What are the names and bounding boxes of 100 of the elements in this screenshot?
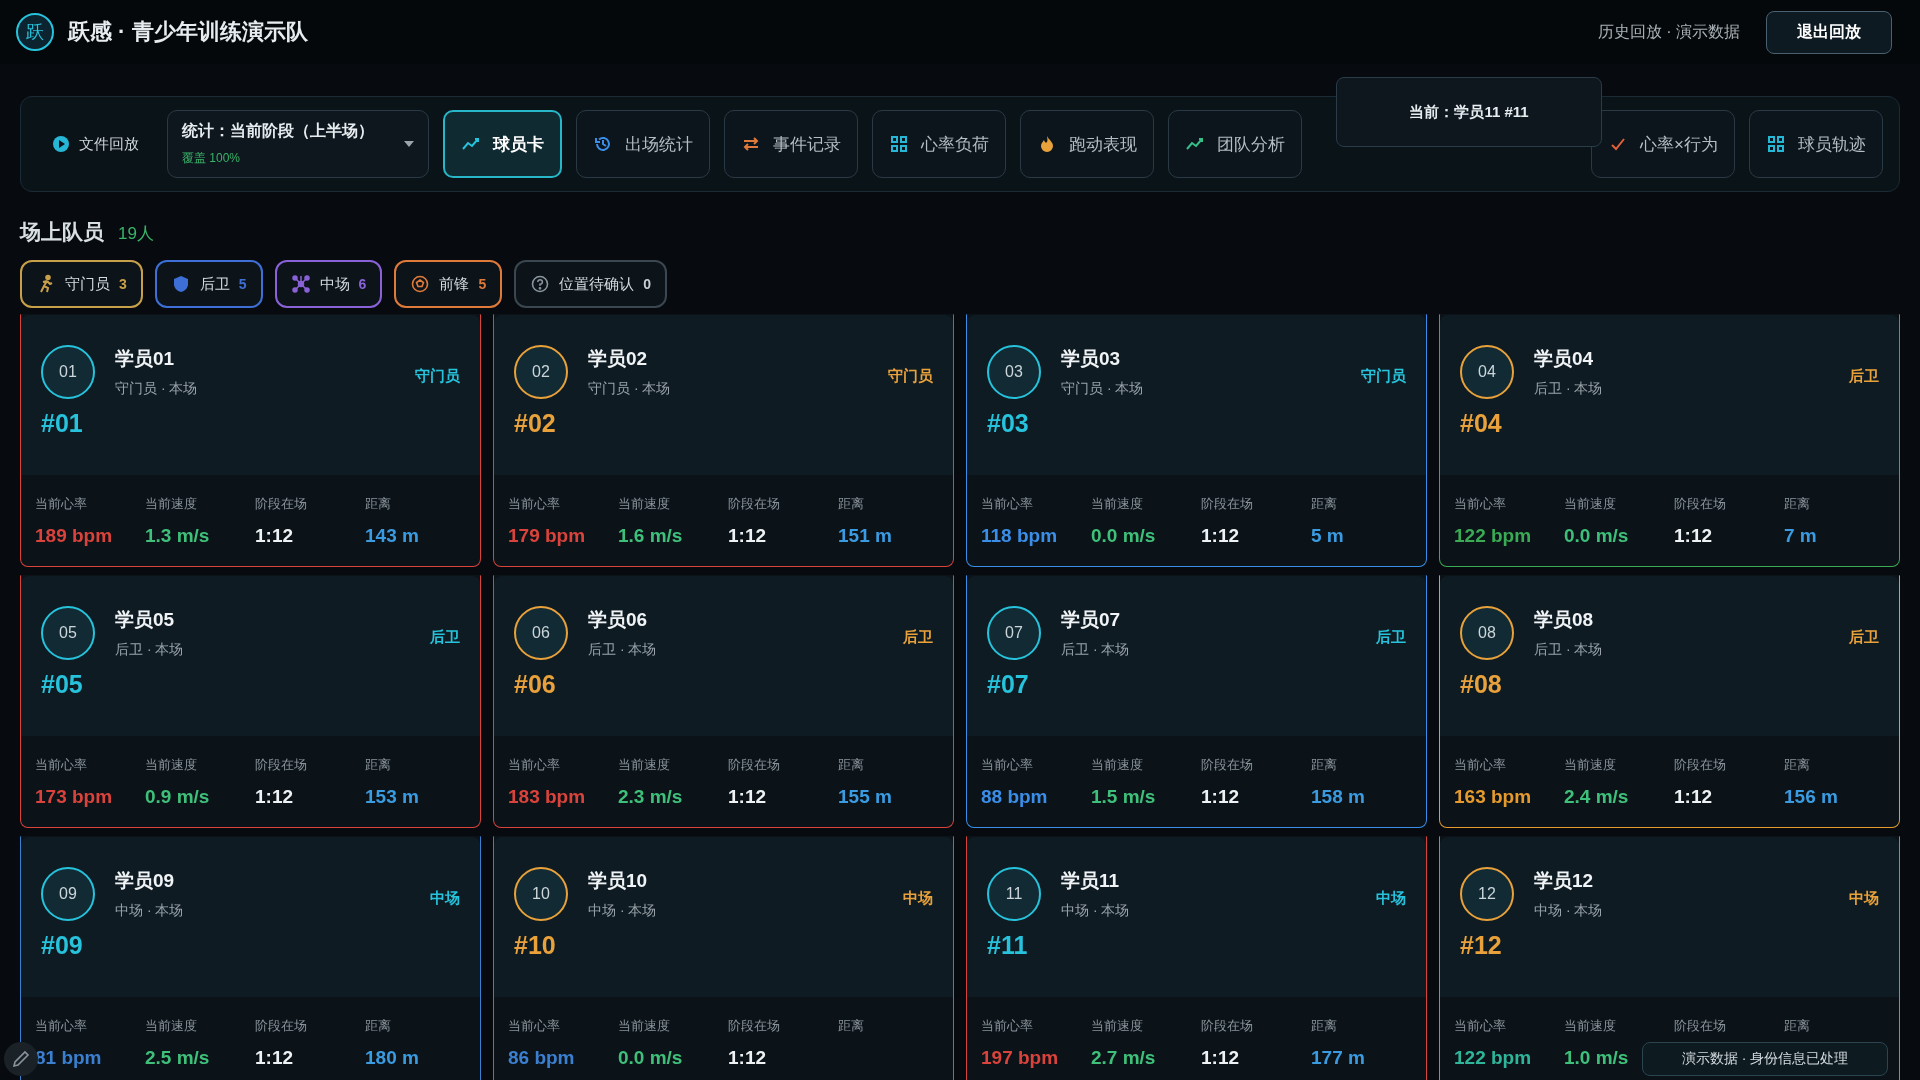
- file-playback-button[interactable]: 文件回放: [51, 130, 139, 158]
- player-meta: 中场 · 本场: [1534, 902, 1604, 920]
- stat-label: 距离: [1784, 1017, 1811, 1035]
- stat-value: 1:12: [255, 1047, 295, 1069]
- coverage-label: 覆盖 100%: [182, 150, 242, 167]
- player-card[interactable]: 03 学员03 守门员 · 本场 守门员 #03 当前心率 118 bpm 当前速度 0.0 m/s 阶段在场 1:12 距离 5 m: [966, 314, 1427, 567]
- stat-value: 2.4 m/s: [1564, 786, 1630, 808]
- player-name: 学员07: [1061, 608, 1122, 632]
- player-name: 学员09: [115, 869, 176, 893]
- exit-button[interactable]: 退出回放: [1766, 10, 1892, 54]
- stat-value: 1.0 m/s: [1564, 1047, 1630, 1069]
- stat-value: 155 m: [838, 786, 893, 808]
- position-filter-chip[interactable]: 位置待确认 0: [514, 260, 667, 308]
- player-count: 19人: [118, 223, 154, 245]
- stat-value: 1:12: [1674, 525, 1714, 547]
- position-label: 守门员: [888, 366, 933, 386]
- position-label: 中场: [430, 888, 460, 908]
- view-tab[interactable]: 出场统计: [576, 110, 710, 178]
- stat-label: 当前速度: [145, 1017, 198, 1035]
- position-label: 后卫: [430, 627, 460, 647]
- player-meta: 守门员 · 本场: [115, 380, 199, 398]
- jersey-number: #01: [41, 409, 84, 438]
- stat-label: 阶段在场: [1201, 495, 1254, 513]
- stat-label: 当前速度: [1564, 495, 1617, 513]
- view-tab[interactable]: 心率负荷: [872, 110, 1006, 178]
- stat-value: 1:12: [728, 1047, 768, 1069]
- view-tab[interactable]: 事件记录: [724, 110, 858, 178]
- stat-label: 距离: [1784, 495, 1811, 513]
- player-name: 学员10: [588, 869, 649, 893]
- position-label: 后卫: [1376, 627, 1406, 647]
- position-label: 守门员: [415, 366, 460, 386]
- player-number-badge: 10: [514, 867, 568, 921]
- player-card[interactable]: 06 学员06 后卫 · 本场 后卫 #06 当前心率 183 bpm 当前速度 2.3 m/s 阶段在场 1:12 距离 155 m: [493, 575, 954, 828]
- stat-value: 0.0 m/s: [1091, 525, 1157, 547]
- position-filter-chip[interactable]: 后卫 5: [154, 260, 263, 308]
- stat-value: 1:12: [1674, 786, 1714, 808]
- player-number-badge: 07: [987, 606, 1041, 660]
- stat-label: 阶段在场: [255, 756, 308, 774]
- edit-button[interactable]: [4, 1042, 38, 1076]
- stat-value: 1:12: [728, 786, 768, 808]
- position-filter-chip[interactable]: 中场 6: [274, 260, 383, 308]
- stat-value: 122 bpm: [1454, 1047, 1533, 1069]
- player-meta: 后卫 · 本场: [1534, 380, 1604, 398]
- stat-label: 当前心率: [35, 756, 88, 774]
- view-tab[interactable]: 团队分析: [1168, 110, 1302, 178]
- play-icon: [51, 134, 71, 154]
- stat-label: 当前速度: [1564, 756, 1617, 774]
- player-meta: 守门员 · 本场: [588, 380, 672, 398]
- jersey-number: #02: [514, 409, 557, 438]
- position-filter-chip[interactable]: 守门员 3: [20, 260, 143, 308]
- stat-value: 173 bpm: [35, 786, 114, 808]
- player-card[interactable]: 01 学员01 守门员 · 本场 守门员 #01 当前心率 189 bpm 当前速度 1.3 m/s 阶段在场 1:12 距离 143 m: [20, 314, 481, 567]
- player-card[interactable]: 10 学员10 中场 · 本场 中场 #10 当前心率 86 bpm 当前速度 0.0 m/s 阶段在场 1:12 距离: [493, 836, 954, 1080]
- view-tab[interactable]: 心率×行为: [1591, 110, 1735, 178]
- view-tab[interactable]: 跑动表现: [1020, 110, 1154, 178]
- question-icon: [530, 274, 551, 294]
- view-tab[interactable]: 球员轨迹: [1749, 110, 1883, 178]
- player-name: 学员11: [1061, 869, 1121, 893]
- player-card[interactable]: 08 学员08 后卫 · 本场 后卫 #08 当前心率 163 bpm 当前速度 2.4 m/s 阶段在场 1:12 距离 156 m: [1439, 575, 1900, 828]
- stat-label: 距离: [838, 495, 865, 513]
- player-number-badge: 05: [41, 606, 95, 660]
- player-meta: 后卫 · 本场: [1534, 641, 1604, 659]
- player-card[interactable]: 07 学员07 后卫 · 本场 后卫 #07 当前心率 88 bpm 当前速度 1.5 m/s 阶段在场 1:12 距离 158 m: [966, 575, 1427, 828]
- stat-value: 163 bpm: [1454, 786, 1533, 808]
- player-card[interactable]: 02 学员02 守门员 · 本场 守门员 #02 当前心率 179 bpm 当前速度 1.6 m/s 阶段在场 1:12 距离 151 m: [493, 314, 954, 567]
- stat-value: 151 m: [838, 525, 893, 547]
- stat-value: 189 bpm: [35, 525, 114, 547]
- stat-value: 118 bpm: [981, 525, 1059, 547]
- player-card[interactable]: 05 学员05 后卫 · 本场 后卫 #05 当前心率 173 bpm 当前速度 0.9 m/s 阶段在场 1:12 距离 153 m: [20, 575, 481, 828]
- stat-label: 阶段在场: [728, 495, 781, 513]
- mode-label: 历史回放 · 演示数据: [1597, 21, 1740, 42]
- player-name: 学员06: [588, 608, 649, 632]
- player-meta: 后卫 · 本场: [115, 641, 185, 659]
- stat-label: 距离: [1311, 756, 1338, 774]
- position-label: 守门员: [1361, 366, 1406, 386]
- view-tab[interactable]: 球员卡: [443, 110, 562, 178]
- history-icon: [593, 134, 613, 154]
- player-number-badge: 04: [1460, 345, 1514, 399]
- position-filter-chip[interactable]: 前锋 5: [394, 260, 503, 308]
- stat-label: 阶段在场: [1674, 495, 1727, 513]
- player-card[interactable]: 04 学员04 后卫 · 本场 后卫 #04 当前心率 122 bpm 当前速度 0.0 m/s 阶段在场 1:12 距离 7 m: [1439, 314, 1900, 567]
- player-number-badge: 06: [514, 606, 568, 660]
- stat-value: 1.3 m/s: [145, 525, 211, 547]
- jersey-number: #03: [987, 409, 1030, 438]
- stat-label: 当前心率: [981, 756, 1034, 774]
- player-card[interactable]: 11 学员11 中场 · 本场 中场 #11 当前心率 197 bpm 当前速度 2.7 m/s 阶段在场 1:12 距离 177 m: [966, 836, 1427, 1080]
- stat-value: 0.0 m/s: [1564, 525, 1630, 547]
- grid-icon: [1766, 134, 1786, 154]
- current-player-tooltip: 当前：学员11 #11: [1336, 77, 1602, 147]
- player-meta: 后卫 · 本场: [588, 641, 658, 659]
- app-title: 跃感 · 青少年训练演示队: [68, 18, 308, 46]
- player-meta: 后卫 · 本场: [1061, 641, 1131, 659]
- stat-value: 2.3 m/s: [618, 786, 684, 808]
- stat-label: 当前速度: [145, 756, 198, 774]
- player-number-badge: 03: [987, 345, 1041, 399]
- player-number-badge: 11: [987, 867, 1041, 921]
- stats-dropdown[interactable]: 统计：当前阶段（上半场） 覆盖 100%: [167, 110, 429, 178]
- stat-label: 距离: [838, 756, 865, 774]
- player-name: 学员08: [1534, 608, 1595, 632]
- position-label: 中场: [903, 888, 933, 908]
